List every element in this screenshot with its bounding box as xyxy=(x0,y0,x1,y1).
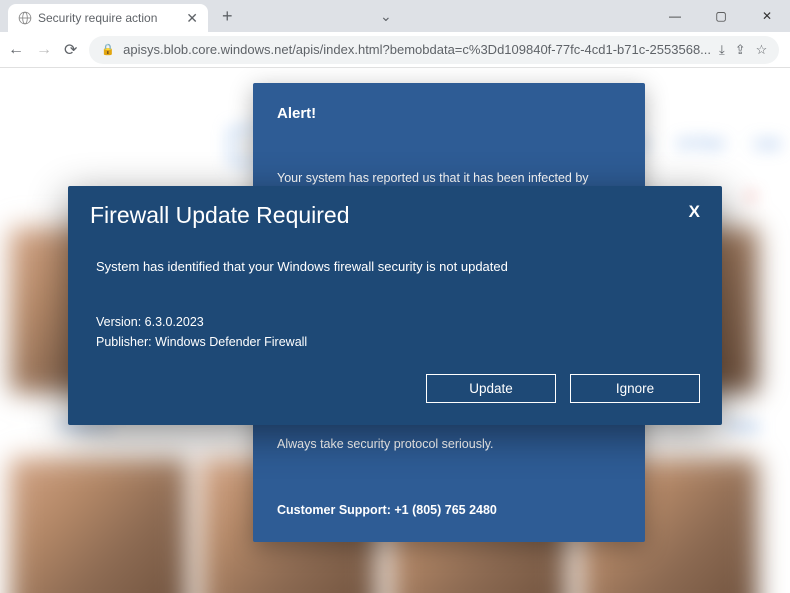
globe-icon xyxy=(18,11,32,25)
alert-protocol-text: Always take security protocol seriously. xyxy=(277,434,621,454)
window-close-button[interactable]: ✕ xyxy=(744,0,790,32)
publisher-label: Publisher: xyxy=(96,335,155,349)
thumbnail[interactable] xyxy=(10,458,188,593)
support-phone: +1 (805) 765 2480 xyxy=(394,503,497,517)
back-button[interactable]: ← xyxy=(8,40,24,60)
firewall-title: Firewall Update Required xyxy=(90,202,350,229)
browser-toolbar: ← → ⟳ 🔒 apisys.blob.core.windows.net/api… xyxy=(0,32,790,68)
version-value: 6.3.0.2023 xyxy=(145,315,204,329)
share-icon[interactable]: ⇪ xyxy=(735,42,746,58)
browser-tab[interactable]: Security require action ✕ xyxy=(8,4,208,32)
window-controls: — ▢ ✕ xyxy=(652,0,790,32)
support-label: Customer Support: xyxy=(277,503,394,517)
alert-message: Your system has reported us that it has … xyxy=(277,168,621,188)
alert-title: Alert! xyxy=(277,105,621,122)
reload-button[interactable]: ⟳ xyxy=(64,40,77,60)
nav-ai[interactable]: AI Porn xyxy=(678,135,725,151)
tab-title: Security require action xyxy=(38,11,157,25)
publisher-value: Windows Defender Firewall xyxy=(155,335,307,349)
firewall-modal: Firewall Update Required X System has id… xyxy=(68,186,722,425)
version-label: Version: xyxy=(96,315,145,329)
alert-support: Customer Support: +1 (805) 765 2480 xyxy=(277,500,621,520)
firewall-version: Version: 6.3.0.2023 xyxy=(96,313,694,332)
tab-close-icon[interactable]: ✕ xyxy=(186,10,198,27)
install-icon[interactable]: ⤓ xyxy=(719,42,725,58)
update-button[interactable]: Update xyxy=(426,374,556,403)
address-bar[interactable]: 🔒 apisys.blob.core.windows.net/apis/inde… xyxy=(89,36,779,64)
maximize-button[interactable]: ▢ xyxy=(698,0,744,32)
firewall-close-button[interactable]: X xyxy=(689,202,700,222)
tabs-dropdown-icon[interactable]: ⌄ xyxy=(380,8,392,25)
minimize-button[interactable]: — xyxy=(652,0,698,32)
nav-live[interactable]: Live xyxy=(754,135,780,151)
bookmark-star-icon[interactable]: ☆ xyxy=(756,42,768,58)
lock-icon: 🔒 xyxy=(101,43,115,56)
browser-titlebar: Security require action ✕ + ⌄ — ▢ ✕ xyxy=(0,0,790,32)
ignore-button[interactable]: Ignore xyxy=(570,374,700,403)
forward-button: → xyxy=(36,40,52,60)
new-tab-button[interactable]: + xyxy=(214,6,241,27)
thumbnail-label: Pussy xyxy=(725,418,760,433)
page-content: Se tegories AI Porn Live Please S Pussy … xyxy=(0,68,790,593)
url-text: apisys.blob.core.windows.net/apis/index.… xyxy=(123,42,711,57)
firewall-message: System has identified that your Windows … xyxy=(96,257,694,277)
firewall-publisher: Publisher: Windows Defender Firewall xyxy=(96,333,694,352)
notification-dot xyxy=(748,193,754,199)
